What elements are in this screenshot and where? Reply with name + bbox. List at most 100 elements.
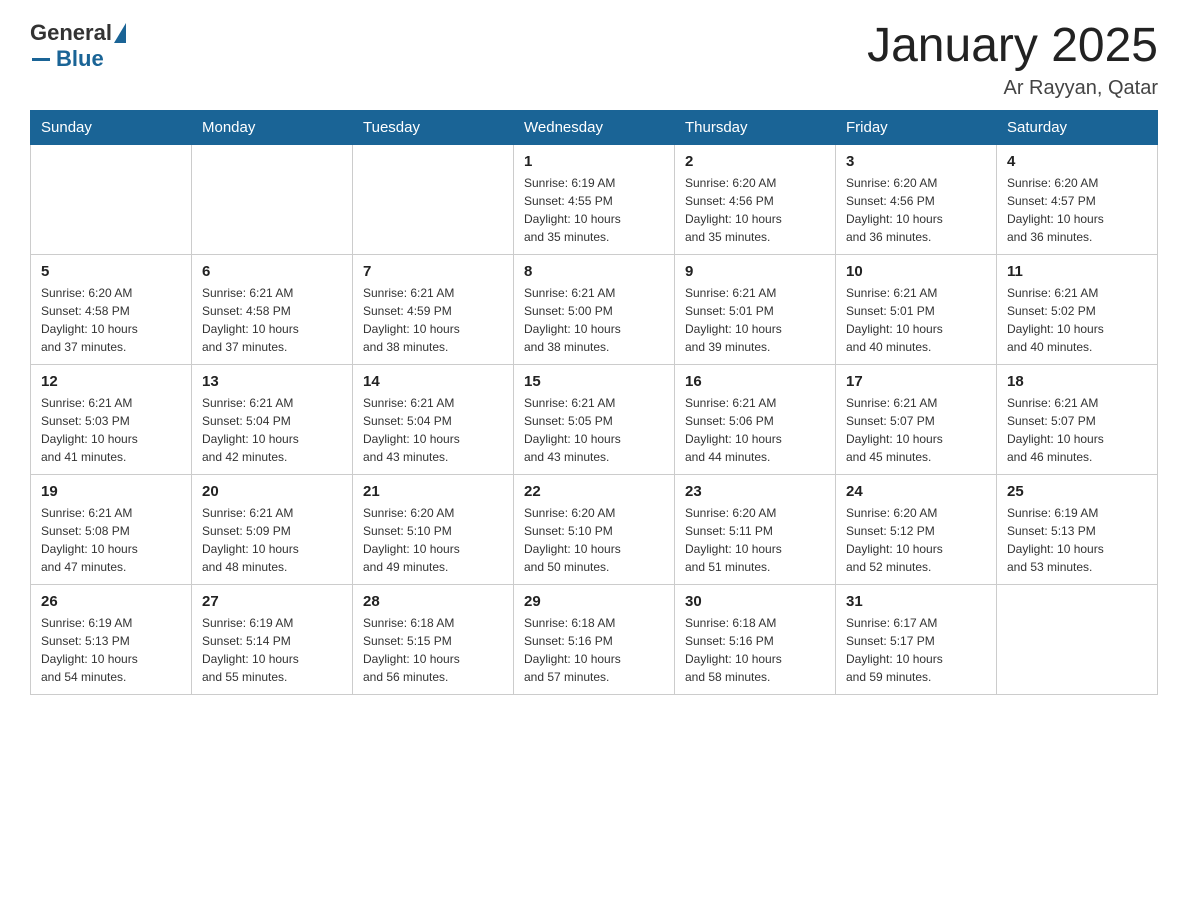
weekday-header-saturday: Saturday <box>997 110 1158 144</box>
weekday-header-friday: Friday <box>836 110 997 144</box>
day-cell-5: 5Sunrise: 6:20 AM Sunset: 4:58 PM Daylig… <box>31 254 192 364</box>
day-cell-18: 18 Sunrise: 6:21 AM Sunset: 5:07 PM Dayli… <box>997 364 1158 474</box>
day-number: 31 <box>846 593 986 610</box>
day-number: 14 <box>363 373 503 390</box>
empty-cell <box>31 144 192 254</box>
day-number: 22 <box>524 483 664 500</box>
weekday-header-monday: Monday <box>192 110 353 144</box>
week-row-3: 12 Sunrise: 6:21 AM Sunset: 5:03 PM Dayli… <box>31 364 1158 474</box>
day-cell-13: 13Sunrise: 6:21 AM Sunset: 5:04 PM Dayli… <box>192 364 353 474</box>
logo: General Blue <box>30 20 126 72</box>
day-number: 27 <box>202 593 342 610</box>
day-number: 29 <box>524 593 664 610</box>
day-cell-3: 3 Sunrise: 6:20 AM Sunset: 4:56 PM Daylig… <box>836 144 997 254</box>
day-cell-11: 11 Sunrise: 6:21 AM Sunset: 5:02 PM Dayli… <box>997 254 1158 364</box>
day-info: Sunrise: 6:21 AM Sunset: 5:00 PM Dayligh… <box>524 284 664 356</box>
day-info: Sunrise: 6:21 AM Sunset: 5:03 PM Dayligh… <box>41 394 181 466</box>
day-cell-21: 21 Sunrise: 6:20 AM Sunset: 5:10 PM Dayli… <box>353 474 514 584</box>
day-number: 7 <box>363 263 503 280</box>
day-number: 21 <box>363 483 503 500</box>
day-cell-29: 29Sunrise: 6:18 AM Sunset: 5:16 PM Dayli… <box>514 584 675 694</box>
day-cell-1: 1 Sunrise: 6:19 AM Sunset: 4:55 PM Daylig… <box>514 144 675 254</box>
day-cell-24: 24Sunrise: 6:20 AM Sunset: 5:12 PM Dayli… <box>836 474 997 584</box>
logo-blue-text: Blue <box>56 46 104 72</box>
day-number: 1 <box>524 153 664 170</box>
day-cell-28: 28Sunrise: 6:18 AM Sunset: 5:15 PM Dayli… <box>353 584 514 694</box>
day-cell-30: 30Sunrise: 6:18 AM Sunset: 5:16 PM Dayli… <box>675 584 836 694</box>
day-info: Sunrise: 6:21 AM Sunset: 5:01 PM Dayligh… <box>685 284 825 356</box>
day-info: Sunrise: 6:19 AM Sunset: 5:13 PM Dayligh… <box>41 614 181 686</box>
day-cell-12: 12 Sunrise: 6:21 AM Sunset: 5:03 PM Dayli… <box>31 364 192 474</box>
day-number: 11 <box>1007 263 1147 280</box>
day-cell-2: 2 Sunrise: 6:20 AM Sunset: 4:56 PM Daylig… <box>675 144 836 254</box>
day-number: 10 <box>846 263 986 280</box>
day-number: 26 <box>41 593 181 610</box>
day-info: Sunrise: 6:19 AM Sunset: 5:13 PM Dayligh… <box>1007 504 1147 576</box>
day-cell-6: 6 Sunrise: 6:21 AM Sunset: 4:58 PM Daylig… <box>192 254 353 364</box>
weekday-header-thursday: Thursday <box>675 110 836 144</box>
day-number: 16 <box>685 373 825 390</box>
day-cell-7: 7 Sunrise: 6:21 AM Sunset: 4:59 PM Daylig… <box>353 254 514 364</box>
weekday-header-tuesday: Tuesday <box>353 110 514 144</box>
day-info: Sunrise: 6:20 AM Sunset: 4:58 PM Dayligh… <box>41 284 181 356</box>
day-cell-16: 16 Sunrise: 6:21 AM Sunset: 5:06 PM Dayli… <box>675 364 836 474</box>
day-info: Sunrise: 6:21 AM Sunset: 4:59 PM Dayligh… <box>363 284 503 356</box>
day-number: 24 <box>846 483 986 500</box>
page-header: General Blue January 2025 Ar Rayyan, Qat… <box>30 20 1158 100</box>
empty-cell <box>353 144 514 254</box>
day-info: Sunrise: 6:21 AM Sunset: 5:09 PM Dayligh… <box>202 504 342 576</box>
title-block: January 2025 Ar Rayyan, Qatar <box>867 20 1158 100</box>
day-number: 2 <box>685 153 825 170</box>
logo-general-text: General <box>30 20 112 46</box>
day-number: 25 <box>1007 483 1147 500</box>
day-info: Sunrise: 6:21 AM Sunset: 5:04 PM Dayligh… <box>363 394 503 466</box>
day-info: Sunrise: 6:20 AM Sunset: 4:57 PM Dayligh… <box>1007 174 1147 246</box>
day-cell-22: 22 Sunrise: 6:20 AM Sunset: 5:10 PM Dayli… <box>514 474 675 584</box>
day-cell-15: 15Sunrise: 6:21 AM Sunset: 5:05 PM Dayli… <box>514 364 675 474</box>
day-number: 15 <box>524 373 664 390</box>
day-number: 23 <box>685 483 825 500</box>
day-number: 8 <box>524 263 664 280</box>
day-cell-26: 26 Sunrise: 6:19 AM Sunset: 5:13 PM Dayli… <box>31 584 192 694</box>
day-info: Sunrise: 6:21 AM Sunset: 5:07 PM Dayligh… <box>846 394 986 466</box>
day-number: 30 <box>685 593 825 610</box>
day-cell-25: 25 Sunrise: 6:19 AM Sunset: 5:13 PM Dayli… <box>997 474 1158 584</box>
day-cell-27: 27 Sunrise: 6:19 AM Sunset: 5:14 PM Dayli… <box>192 584 353 694</box>
day-info: Sunrise: 6:21 AM Sunset: 5:07 PM Dayligh… <box>1007 394 1147 466</box>
day-number: 6 <box>202 263 342 280</box>
week-row-1: 1 Sunrise: 6:19 AM Sunset: 4:55 PM Daylig… <box>31 144 1158 254</box>
empty-cell <box>192 144 353 254</box>
day-cell-9: 9Sunrise: 6:21 AM Sunset: 5:01 PM Daylig… <box>675 254 836 364</box>
calendar-title: January 2025 <box>867 20 1158 73</box>
logo-triangle-icon <box>114 23 126 43</box>
day-info: Sunrise: 6:21 AM Sunset: 5:06 PM Dayligh… <box>685 394 825 466</box>
day-cell-17: 17Sunrise: 6:21 AM Sunset: 5:07 PM Dayli… <box>836 364 997 474</box>
day-info: Sunrise: 6:17 AM Sunset: 5:17 PM Dayligh… <box>846 614 986 686</box>
day-info: Sunrise: 6:21 AM Sunset: 4:58 PM Dayligh… <box>202 284 342 356</box>
day-number: 12 <box>41 373 181 390</box>
week-row-5: 26 Sunrise: 6:19 AM Sunset: 5:13 PM Dayli… <box>31 584 1158 694</box>
day-info: Sunrise: 6:19 AM Sunset: 4:55 PM Dayligh… <box>524 174 664 246</box>
day-cell-23: 23 Sunrise: 6:20 AM Sunset: 5:11 PM Dayli… <box>675 474 836 584</box>
day-cell-14: 14 Sunrise: 6:21 AM Sunset: 5:04 PM Dayli… <box>353 364 514 474</box>
day-cell-8: 8 Sunrise: 6:21 AM Sunset: 5:00 PM Daylig… <box>514 254 675 364</box>
day-info: Sunrise: 6:21 AM Sunset: 5:02 PM Dayligh… <box>1007 284 1147 356</box>
day-cell-4: 4 Sunrise: 6:20 AM Sunset: 4:57 PM Daylig… <box>997 144 1158 254</box>
week-row-4: 19 Sunrise: 6:21 AM Sunset: 5:08 PM Dayli… <box>31 474 1158 584</box>
day-info: Sunrise: 6:20 AM Sunset: 4:56 PM Dayligh… <box>846 174 986 246</box>
day-cell-31: 31 Sunrise: 6:17 AM Sunset: 5:17 PM Dayli… <box>836 584 997 694</box>
day-number: 20 <box>202 483 342 500</box>
weekday-header-row: SundayMondayTuesdayWednesdayThursdayFrid… <box>31 110 1158 144</box>
day-info: Sunrise: 6:20 AM Sunset: 4:56 PM Dayligh… <box>685 174 825 246</box>
day-number: 19 <box>41 483 181 500</box>
day-info: Sunrise: 6:19 AM Sunset: 5:14 PM Dayligh… <box>202 614 342 686</box>
day-number: 4 <box>1007 153 1147 170</box>
day-info: Sunrise: 6:21 AM Sunset: 5:08 PM Dayligh… <box>41 504 181 576</box>
day-info: Sunrise: 6:21 AM Sunset: 5:01 PM Dayligh… <box>846 284 986 356</box>
day-info: Sunrise: 6:20 AM Sunset: 5:11 PM Dayligh… <box>685 504 825 576</box>
day-info: Sunrise: 6:20 AM Sunset: 5:10 PM Dayligh… <box>363 504 503 576</box>
day-number: 3 <box>846 153 986 170</box>
calendar-table: SundayMondayTuesdayWednesdayThursdayFrid… <box>30 110 1158 695</box>
day-number: 18 <box>1007 373 1147 390</box>
day-info: Sunrise: 6:20 AM Sunset: 5:10 PM Dayligh… <box>524 504 664 576</box>
